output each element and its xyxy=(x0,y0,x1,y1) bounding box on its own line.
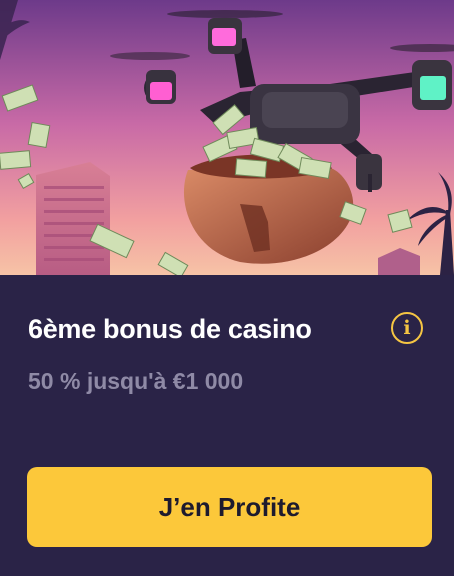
bonus-card: 6ème bonus de casino i 50 % jusqu'à €1 0… xyxy=(0,0,454,576)
hero-image xyxy=(0,0,454,275)
info-icon: i xyxy=(403,317,411,339)
claim-bonus-label: J’en Profite xyxy=(158,491,301,522)
info-button[interactable]: i xyxy=(391,312,423,344)
claim-bonus-button[interactable]: J’en Profite xyxy=(27,467,432,547)
bonus-subtitle: 50 % jusqu'à €1 000 xyxy=(28,368,244,394)
building-left xyxy=(36,162,110,275)
bonus-title: 6ème bonus de casino xyxy=(28,314,312,344)
